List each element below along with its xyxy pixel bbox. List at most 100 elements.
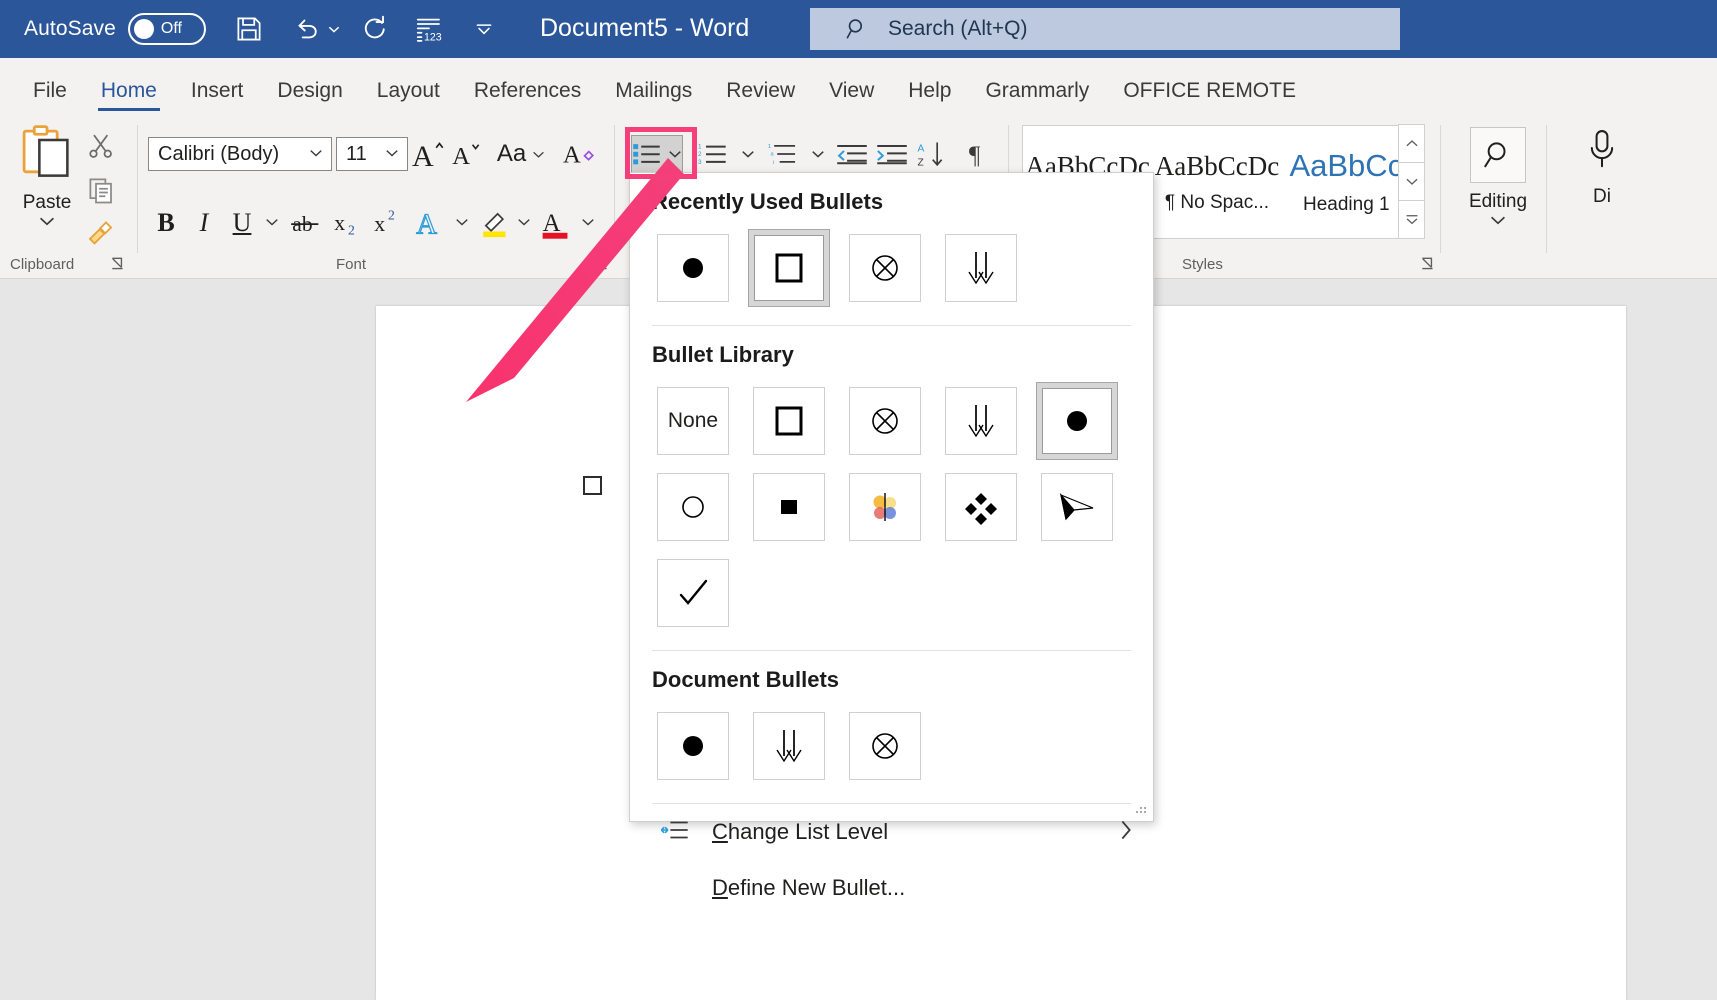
redo-icon[interactable] [358, 8, 392, 50]
bullet-option-open-square[interactable] [748, 229, 830, 307]
highlight-dropdown-caret-icon[interactable] [514, 207, 534, 237]
tab-office-remote[interactable]: OFFICE REMOTE [1106, 79, 1313, 115]
shrink-font-button[interactable]: A [450, 135, 484, 173]
document-title: Document5 - Word [540, 14, 750, 42]
clear-formatting-button[interactable]: A [560, 137, 598, 171]
style-item-no-spacing[interactable]: AaBbCcDc ¶ No Spac... [1152, 126, 1281, 238]
bullet-library-grid: None [638, 382, 1148, 640]
bullets-button[interactable] [631, 135, 683, 173]
tab-view[interactable]: View [812, 79, 891, 115]
customize-quick-access-caret-icon[interactable] [472, 8, 496, 50]
resize-grip-icon[interactable] [1134, 803, 1147, 815]
strikethrough-button[interactable]: ab [290, 203, 324, 243]
dictate-button-label: Di [1593, 186, 1611, 207]
underline-button[interactable]: U [226, 203, 258, 243]
multilevel-dropdown-caret-icon[interactable] [808, 139, 828, 169]
more-styles-icon[interactable] [1398, 200, 1425, 239]
svg-text:A: A [563, 142, 581, 169]
bullet-option-checkmark[interactable] [652, 554, 734, 632]
undo-icon[interactable] [290, 8, 324, 50]
bullet-option-filled-circle[interactable] [1036, 382, 1118, 460]
bullet-option-circled-x[interactable] [844, 707, 926, 785]
touch-mode-icon[interactable]: 123 [412, 8, 446, 50]
bullet-option-double-down-arrow[interactable] [940, 229, 1022, 307]
styles-scrollbar[interactable] [1398, 124, 1425, 239]
bullet-option-hollow-circle[interactable] [652, 468, 734, 546]
tab-grammarly[interactable]: Grammarly [968, 79, 1106, 115]
text-highlight-color-button[interactable] [478, 203, 512, 243]
subscript-button[interactable]: x2 [332, 203, 364, 243]
style-item-heading-1[interactable]: AaBbCc Heading 1 [1282, 126, 1411, 238]
font-name-combobox[interactable]: Calibri (Body) [148, 137, 332, 171]
tab-design[interactable]: Design [260, 79, 359, 115]
tab-layout[interactable]: Layout [360, 79, 457, 115]
bullet-library-dropdown[interactable]: Recently Used Bullets Bullet Library Non… [629, 172, 1154, 900]
cut-button[interactable] [84, 129, 118, 163]
change-case-button[interactable]: Aa [492, 137, 550, 171]
bold-button[interactable]: B [150, 203, 182, 243]
text-effects-dropdown-caret-icon[interactable] [452, 207, 472, 237]
autosave-toggle[interactable]: Off [127, 13, 206, 45]
change-list-level-menu-item[interactable]: Change List Level [630, 804, 1153, 860]
bullet-option-double-down-arrow[interactable] [748, 707, 830, 785]
paste-button[interactable]: Paste [14, 123, 80, 251]
tab-home[interactable]: Home [84, 79, 174, 115]
grow-font-button[interactable]: A [412, 135, 446, 173]
chevron-down-icon[interactable] [309, 145, 323, 163]
bullet-option-none[interactable]: None [652, 382, 734, 460]
define-new-bullet-menu-item[interactable]: Define New Bullet... [630, 860, 1153, 916]
undo-dropdown-caret-icon[interactable] [326, 8, 342, 50]
bullet-option-filled-circle[interactable] [652, 707, 734, 785]
bullet-option-four-diamonds[interactable] [940, 468, 1022, 546]
underline-dropdown-caret-icon[interactable] [262, 207, 282, 237]
bullets-dropdown-caret-icon[interactable] [668, 149, 682, 159]
tab-mailings[interactable]: Mailings [598, 79, 709, 115]
editing-button[interactable]: Editing [1452, 127, 1544, 231]
decrease-indent-button[interactable] [832, 135, 872, 173]
text-effects-button[interactable]: A [414, 203, 450, 243]
chevron-down-icon[interactable] [532, 150, 545, 159]
numbering-dropdown-caret-icon[interactable] [738, 139, 758, 169]
autosave-state-label: Off [160, 20, 182, 37]
bullet-option-color-flower[interactable] [844, 468, 926, 546]
numbering-button[interactable]: 1 2 3 [692, 135, 736, 173]
show-formatting-marks-button[interactable]: ¶ [960, 135, 998, 173]
scroll-up-icon[interactable] [1398, 124, 1425, 163]
multilevel-list-button[interactable]: 1 a i [762, 135, 806, 173]
font-color-dropdown-caret-icon[interactable] [578, 207, 598, 237]
search-input[interactable]: Search (Alt+Q) [810, 8, 1400, 50]
svg-text:1: 1 [768, 144, 771, 150]
font-dialog-launcher[interactable] [594, 256, 610, 272]
clipboard-dialog-launcher[interactable] [110, 256, 126, 272]
tab-help[interactable]: Help [891, 79, 968, 115]
menu-divider [652, 325, 1131, 326]
font-size-combobox[interactable]: 11 [336, 137, 408, 171]
paste-dropdown-caret-icon[interactable] [38, 215, 56, 227]
superscript-button[interactable]: x2 [372, 203, 404, 243]
italic-button[interactable]: I [188, 203, 220, 243]
sort-button[interactable]: A Z [914, 135, 954, 173]
bullet-option-arrowhead[interactable] [1036, 468, 1118, 546]
bullet-option-filled-square[interactable] [748, 468, 830, 546]
format-painter-button[interactable] [84, 215, 118, 249]
scroll-down-icon[interactable] [1398, 162, 1425, 201]
search-placeholder: Search (Alt+Q) [888, 17, 1028, 40]
svg-text:1: 1 [698, 143, 702, 150]
editing-dropdown-caret-icon[interactable] [1489, 214, 1507, 226]
bullet-option-circled-x[interactable] [844, 382, 926, 460]
tab-insert[interactable]: Insert [174, 79, 261, 115]
bullet-option-open-square[interactable] [748, 382, 830, 460]
tab-references[interactable]: References [457, 79, 598, 115]
dictate-button[interactable]: Di [1556, 127, 1648, 208]
styles-dialog-launcher[interactable] [1420, 256, 1436, 272]
increase-indent-button[interactable] [872, 135, 912, 173]
chevron-down-icon[interactable] [385, 145, 399, 163]
save-icon[interactable] [232, 8, 266, 50]
bullet-option-double-down-arrow[interactable] [940, 382, 1022, 460]
copy-button[interactable] [84, 173, 118, 207]
tab-file[interactable]: File [16, 79, 84, 115]
bullet-option-circled-x[interactable] [844, 229, 926, 307]
font-color-button[interactable]: A [540, 203, 574, 243]
bullet-option-filled-circle[interactable] [652, 229, 734, 307]
tab-review[interactable]: Review [709, 79, 812, 115]
